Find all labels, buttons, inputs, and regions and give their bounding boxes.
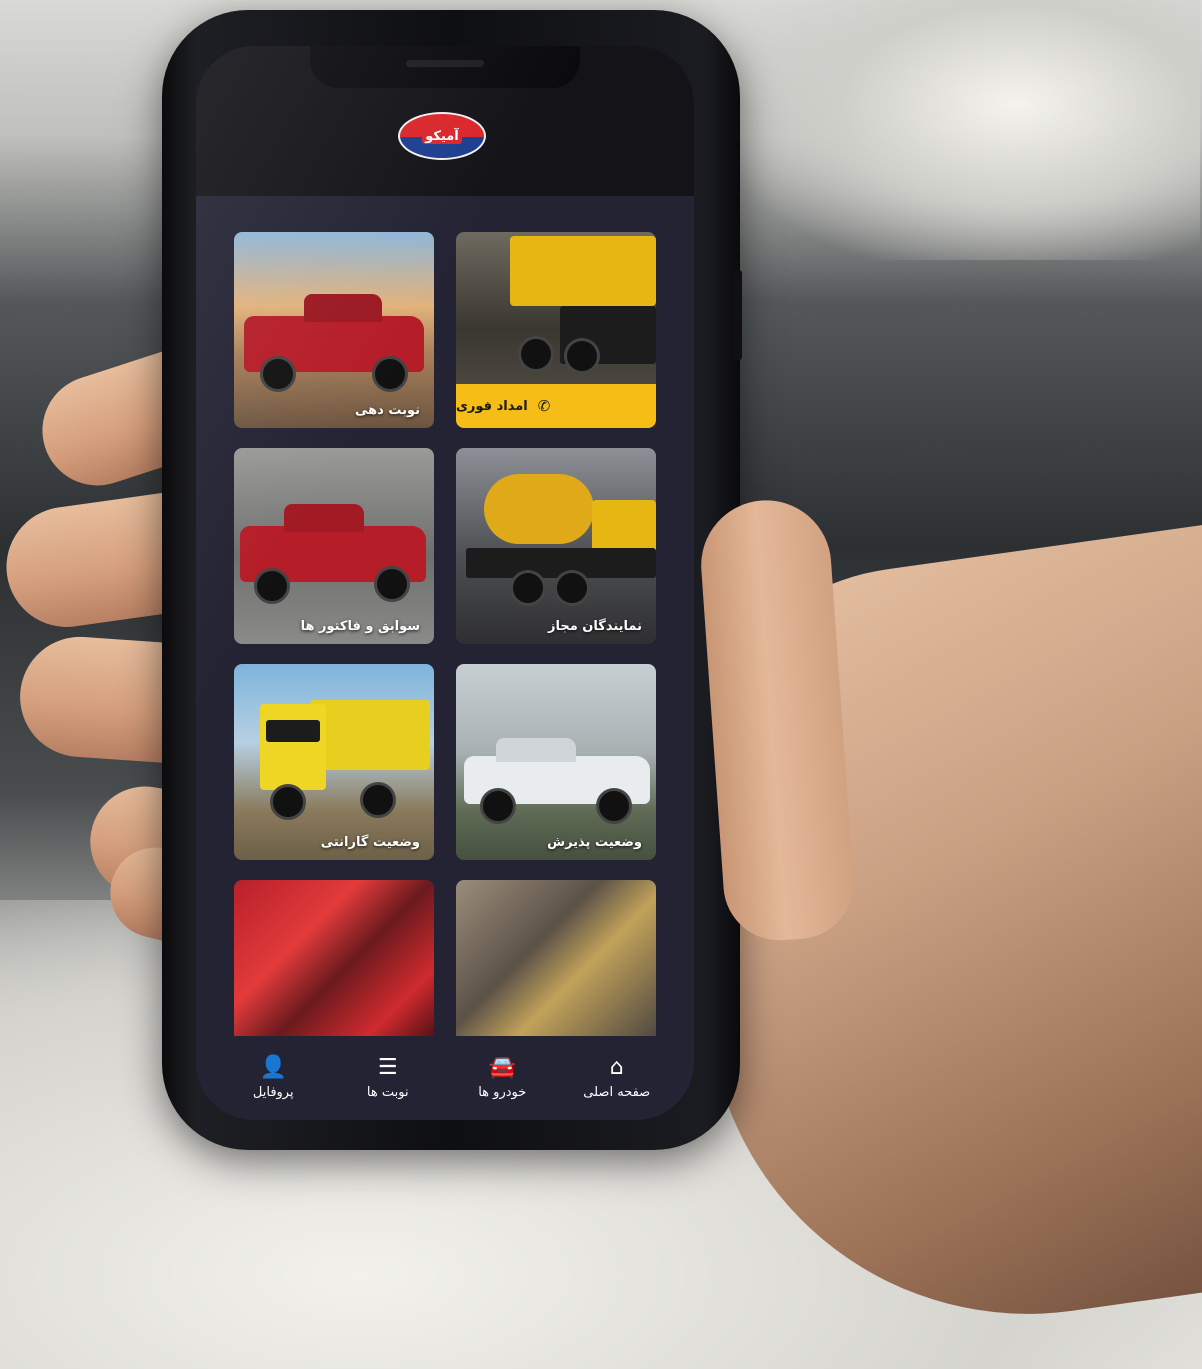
emergency-button[interactable]: ✆ امداد فوری	[456, 384, 656, 428]
nav-profile[interactable]: 👤 پروفایل	[218, 1036, 328, 1120]
dump-windshield	[266, 720, 320, 742]
car-icon: 🚘	[488, 1054, 516, 1080]
pickup-wheel	[480, 788, 516, 824]
tile-appointment[interactable]: نوبت دهی	[234, 232, 434, 428]
background-blur	[740, 0, 1200, 260]
truck-wheel	[564, 338, 600, 374]
nav-label: خودرو ها	[478, 1084, 527, 1100]
tile-warranty-status[interactable]: وضعیت گارانتی	[234, 664, 434, 860]
brand-logo: آمیکو	[398, 112, 486, 160]
pickup-wheel	[374, 566, 410, 602]
tile-label: سوابق و فاکتور ها	[300, 619, 420, 634]
tile-dealers[interactable]: نمایندگان مجاز	[456, 448, 656, 644]
phone-notch	[310, 46, 580, 88]
brand-logo-text: آمیکو	[422, 128, 462, 144]
service-grid: ✆ امداد فوری نوبت دهی نمایندگان مجاز سوا…	[234, 232, 656, 1042]
tile-emergency[interactable]: ✆ امداد فوری	[456, 232, 656, 428]
nav-appointments[interactable]: ☰ نوبت ها	[333, 1036, 443, 1120]
pickup-wheel	[372, 356, 408, 392]
phone-icon: ✆	[537, 397, 551, 415]
list-icon: ☰	[377, 1054, 398, 1080]
mixer-wheel	[510, 570, 546, 606]
dump-wheel	[270, 784, 306, 820]
dump-bed	[310, 700, 430, 770]
mixer-wheel	[554, 570, 590, 606]
pickup-cabin	[304, 294, 382, 322]
pickup-wheel	[254, 568, 290, 604]
truck-wheel	[518, 336, 554, 372]
nav-label: پروفایل	[252, 1084, 294, 1100]
pickup-cabin	[496, 738, 576, 762]
pickup-wheel	[596, 788, 632, 824]
bottom-navigation: 👤 پروفایل ☰ نوبت ها 🚘 خودرو ها ⌂ صفحه اص…	[196, 1036, 694, 1120]
nav-home[interactable]: ⌂ صفحه اصلی	[562, 1036, 672, 1120]
tile-engine[interactable]	[234, 880, 434, 1042]
nav-label: صفحه اصلی	[583, 1084, 651, 1100]
phone-screen: آمیکو ✆ امداد فوری نوبت دهی نمایندگان مج…	[196, 46, 694, 1120]
tile-records[interactable]: سوابق و فاکتور ها	[234, 448, 434, 644]
nav-label: نوبت ها	[366, 1084, 409, 1100]
pickup-wheel	[260, 356, 296, 392]
emergency-label: امداد فوری	[456, 398, 528, 414]
home-icon: ⌂	[609, 1054, 624, 1080]
nav-vehicles[interactable]: 🚘 خودرو ها	[447, 1036, 557, 1120]
truck-illustration	[510, 236, 656, 306]
mixer-drum	[484, 474, 594, 544]
tile-reception-status[interactable]: وضعیت پذیرش	[456, 664, 656, 860]
tile-label: نوبت دهی	[354, 403, 420, 418]
dump-cab	[260, 704, 326, 790]
dump-wheel	[360, 782, 396, 818]
tile-label: وضعیت پذیرش	[547, 835, 642, 850]
pickup-cabin	[284, 504, 364, 532]
user-icon: 👤	[259, 1054, 287, 1080]
tile-label: وضعیت گارانتی	[320, 835, 420, 850]
tile-label: نمایندگان مجاز	[547, 619, 642, 634]
phone-side-button	[734, 270, 742, 360]
tile-parts[interactable]	[456, 880, 656, 1042]
